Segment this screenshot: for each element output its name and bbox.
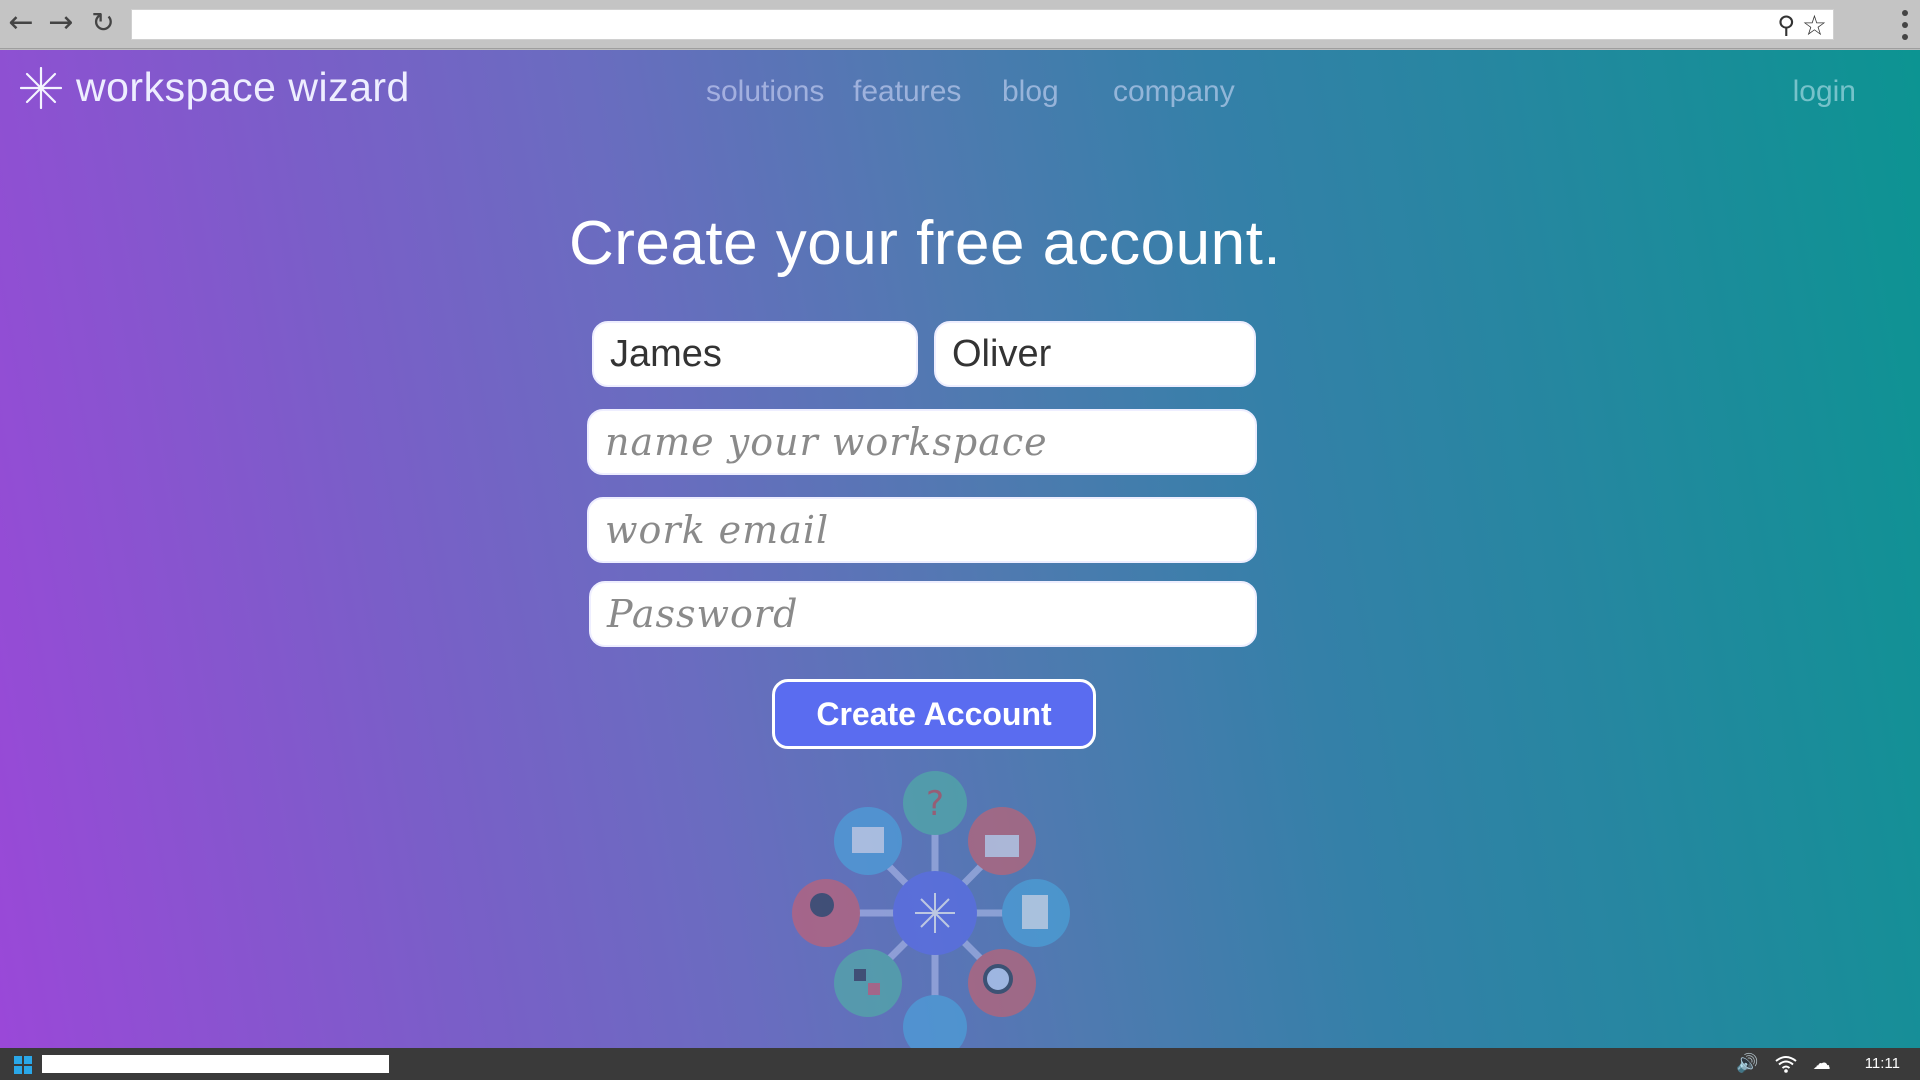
svg-text:?: ?	[926, 784, 944, 824]
page-title: Create your free account.	[568, 209, 1282, 278]
browser-menu-icon[interactable]	[1896, 10, 1914, 40]
taskbar-search-input[interactable]	[42, 1055, 389, 1073]
workspace-hub-illustration: ?	[792, 771, 1070, 1048]
last-name-field[interactable]: Oliver	[934, 321, 1256, 387]
search-icon[interactable]: ⚲	[1777, 11, 1795, 39]
cloud-icon[interactable]: ☁	[1813, 1053, 1831, 1074]
brand-logo[interactable]: workspace wizard	[20, 64, 410, 111]
create-account-button[interactable]: Create Account	[772, 679, 1096, 749]
taskbar-clock[interactable]: 11:11	[1865, 1055, 1900, 1072]
brand-name: workspace wizard	[76, 64, 410, 110]
team-people-icon	[903, 995, 967, 1048]
windows-start-icon[interactable]	[14, 1056, 32, 1074]
work-email-field[interactable]: work email	[587, 497, 1257, 563]
nav-company[interactable]: company	[1113, 75, 1235, 109]
reload-icon[interactable]: ↻	[86, 8, 120, 40]
login-link[interactable]: login	[1793, 75, 1856, 109]
wifi-icon[interactable]	[1775, 1055, 1797, 1073]
browser-toolbar: ← → ↻ ⚲ ☆	[0, 0, 1920, 49]
back-arrow-icon[interactable]: ←	[4, 8, 38, 40]
first-name-field[interactable]: James	[592, 321, 918, 387]
nav-blog[interactable]: blog	[1002, 75, 1059, 109]
address-bar[interactable]: ⚲ ☆	[131, 9, 1834, 42]
nav-solutions[interactable]: solutions	[706, 75, 824, 109]
signup-page: workspace wizard solutions features blog…	[0, 50, 1920, 1048]
bookmark-star-icon[interactable]: ☆	[1802, 9, 1827, 42]
sparkle-icon	[20, 66, 62, 109]
system-tray: 🔊 ☁ 11:11	[1736, 1053, 1900, 1074]
workspace-name-field[interactable]: name your workspace	[587, 409, 1257, 475]
nav-features[interactable]: features	[853, 75, 961, 109]
forward-arrow-icon[interactable]: →	[44, 8, 78, 40]
password-field[interactable]: Password	[589, 581, 1257, 647]
volume-icon[interactable]: 🔊	[1736, 1053, 1758, 1074]
os-taskbar: 🔊 ☁ 11:11	[0, 1048, 1920, 1080]
